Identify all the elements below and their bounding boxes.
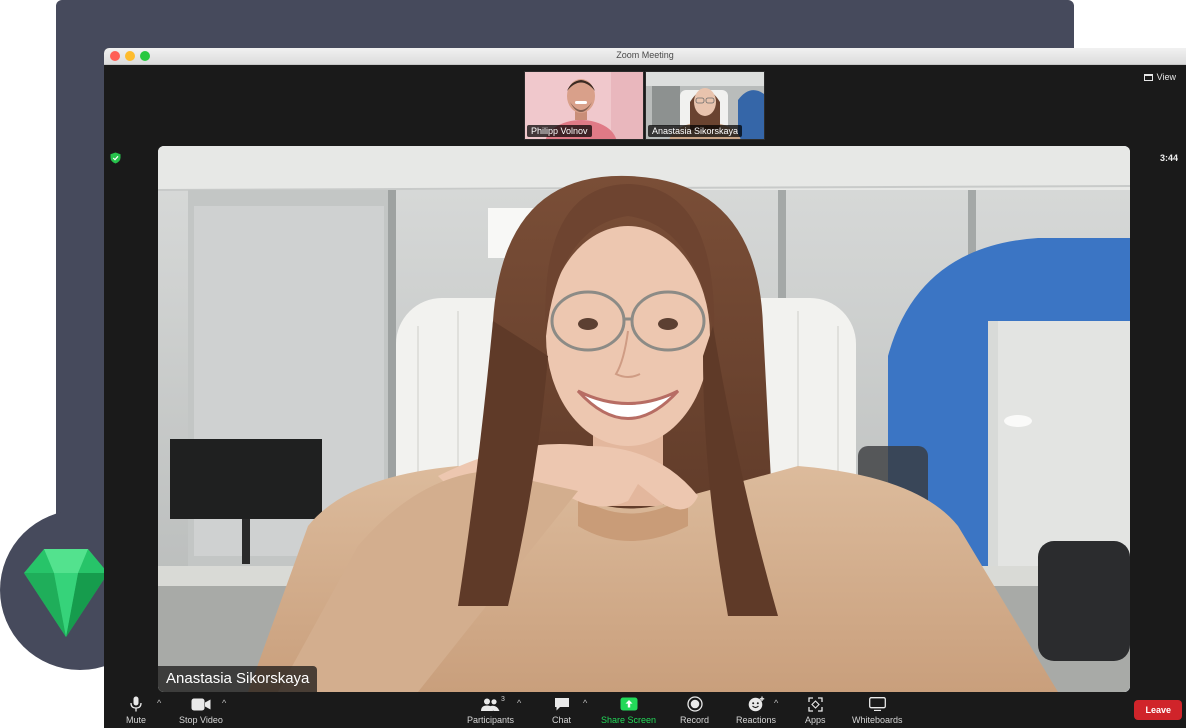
microphone-icon (130, 695, 142, 713)
reactions-icon (748, 695, 765, 713)
view-button[interactable]: View (1143, 72, 1176, 82)
meeting-toolbar: Mute ^ Stop Video ^ 3 Participants ^ Cha… (104, 692, 1186, 728)
zoom-window: Zoom Meeting Philipp Volnov Anastasia Si… (104, 48, 1186, 728)
stop-video-label: Stop Video (179, 715, 223, 725)
video-options-caret[interactable]: ^ (222, 698, 226, 708)
share-screen-label: Share Screen (601, 715, 657, 725)
record-button[interactable]: Record (680, 695, 709, 725)
mute-label: Mute (126, 715, 147, 725)
participants-options-caret[interactable]: ^ (517, 698, 521, 708)
apps-button[interactable]: Apps (805, 695, 826, 725)
share-screen-icon (620, 695, 638, 713)
whiteboards-button[interactable]: Whiteboards (852, 695, 903, 725)
record-icon (686, 695, 703, 713)
view-icon (1143, 73, 1153, 81)
shield-icon[interactable] (110, 152, 121, 164)
record-label: Record (680, 715, 710, 725)
share-screen-button[interactable]: Share Screen (601, 695, 656, 725)
mute-button[interactable]: Mute (126, 695, 146, 725)
participants-icon: 3 (481, 695, 505, 713)
window-title: Zoom Meeting (616, 50, 674, 60)
participants-label: Participants (467, 715, 515, 725)
chat-button[interactable]: Chat (552, 695, 571, 725)
video-camera-icon (191, 695, 211, 713)
view-label: View (1156, 72, 1176, 82)
whiteboards-label: Whiteboards (852, 715, 903, 725)
apps-icon (808, 695, 823, 713)
chat-label: Chat (552, 715, 572, 725)
reactions-label: Reactions (736, 715, 777, 725)
apps-label: Apps (805, 715, 826, 725)
leave-button[interactable]: Leave (1134, 700, 1182, 720)
participant-count: 3 (501, 696, 505, 703)
meeting-timer: 3:44 (1159, 153, 1178, 163)
stop-video-button[interactable]: Stop Video (179, 695, 223, 725)
thumbnail-name: Philipp Volnov (527, 125, 592, 137)
thumbnail-anastasia[interactable]: Anastasia Sikorskaya (645, 71, 765, 140)
speaker-video-frame (158, 146, 1130, 692)
title-bar: Zoom Meeting (104, 48, 1186, 65)
participants-button[interactable]: 3 Participants (467, 695, 514, 725)
audio-options-caret[interactable]: ^ (157, 698, 161, 708)
reactions-button[interactable]: Reactions (736, 695, 776, 725)
speaker-name-tag: Anastasia Sikorskaya (158, 666, 318, 692)
reactions-options-caret[interactable]: ^ (774, 698, 778, 708)
active-speaker-video[interactable]: Anastasia Sikorskaya (158, 146, 1130, 692)
thumbnail-name: Anastasia Sikorskaya (648, 125, 743, 137)
chat-icon (554, 695, 570, 713)
thumbnail-philipp[interactable]: Philipp Volnov (524, 71, 644, 140)
whiteboards-icon (868, 695, 886, 713)
gem-icon (24, 549, 108, 637)
chat-options-caret[interactable]: ^ (583, 698, 587, 708)
